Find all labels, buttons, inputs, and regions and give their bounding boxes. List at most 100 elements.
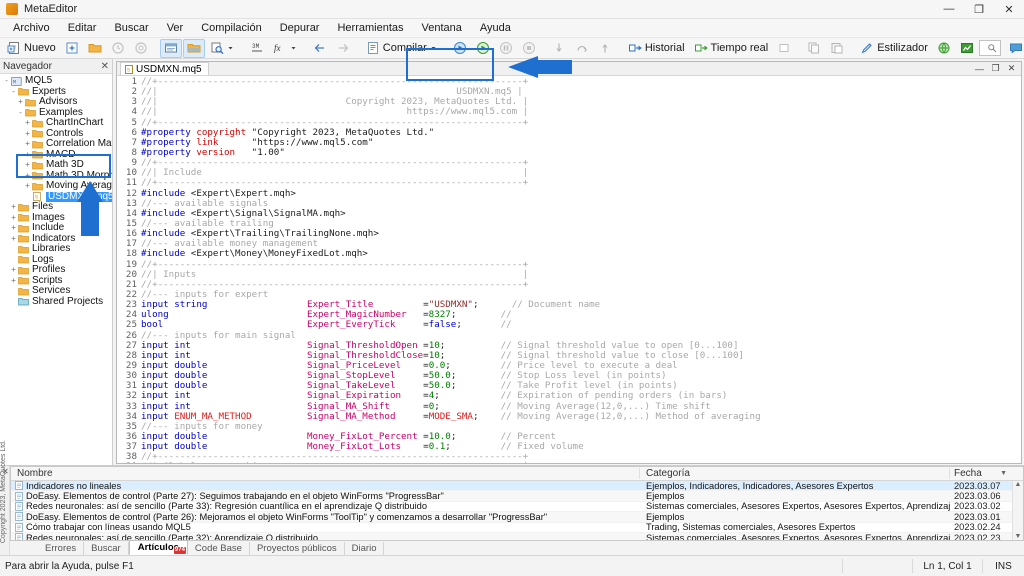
table-row[interactable]: Indicadores no lineales Ejemplos, Indicad… xyxy=(11,481,1023,492)
toolbox-tab-articulos[interactable]: Artículos 974 xyxy=(128,540,188,555)
minimize-button[interactable]: — xyxy=(934,0,964,19)
step-out-button[interactable] xyxy=(594,39,616,58)
table-row[interactable]: Redes neuronales: así de sencillo (Parte… xyxy=(11,501,1023,513)
toolbox-tab-diario[interactable]: Diario xyxy=(345,542,385,555)
nav-tree-item-usdmxn-mq5[interactable]: 5 USDMXN.mq5 xyxy=(0,191,112,202)
editor-tab-usdmxn[interactable]: 5 USDMXN.mq5 xyxy=(120,62,209,75)
chevron-down-icon[interactable] xyxy=(227,41,234,55)
step-over-button[interactable] xyxy=(571,39,593,58)
toolbox-tab-buscar[interactable]: Buscar xyxy=(84,542,129,555)
menu-ayuda[interactable]: Ayuda xyxy=(471,20,520,36)
expand-icon[interactable]: + xyxy=(23,118,32,129)
expand-icon[interactable]: + xyxy=(23,139,32,150)
nav-tree-item-advisors[interactable]: + Advisors xyxy=(0,96,112,108)
editor-minimize-button[interactable]: — xyxy=(972,63,987,75)
expand-icon[interactable]: + xyxy=(23,160,32,171)
save-all-button[interactable] xyxy=(130,39,152,58)
pause-button[interactable] xyxy=(495,39,517,58)
chat-button[interactable] xyxy=(1005,39,1024,58)
toolbox-tab-code-base[interactable]: Code Base xyxy=(188,542,250,555)
expand-icon[interactable]: + xyxy=(9,213,18,224)
function-list-button[interactable]: fx xyxy=(269,39,301,58)
close-button[interactable]: ✕ xyxy=(994,0,1024,19)
chevron-down-icon[interactable] xyxy=(430,41,437,55)
find-button[interactable] xyxy=(206,39,238,58)
save-button[interactable] xyxy=(107,39,129,58)
editor-close-button[interactable]: ✕ xyxy=(1004,63,1019,75)
nav-tree-item-libraries[interactable]: Libraries xyxy=(0,243,112,255)
nav-tree-item-correlation-matrix-3d[interactable]: + Correlation Matrix 3D xyxy=(0,138,112,150)
compile-button[interactable]: Compilar xyxy=(362,39,441,58)
collapse-icon[interactable]: - xyxy=(2,76,11,87)
navigate-forward-button[interactable] xyxy=(332,39,354,58)
chevron-down-icon[interactable] xyxy=(290,41,297,55)
scroll-down-icon[interactable]: ▼ xyxy=(1015,533,1022,540)
collapse-icon[interactable]: - xyxy=(16,108,25,119)
history-button[interactable]: Historial xyxy=(624,39,689,58)
nav-tree-item-math-3d[interactable]: + Math 3D xyxy=(0,159,112,171)
paste-button[interactable] xyxy=(826,39,848,58)
articles-scrollbar[interactable]: ▲ ▼ xyxy=(1012,481,1023,540)
navigator-close-icon[interactable]: ✕ xyxy=(101,61,109,72)
articles-grid[interactable]: Nombre Categoría Fecha ▼ Indicadores no … xyxy=(10,466,1024,541)
step-into-button[interactable] xyxy=(548,39,570,58)
styler-button[interactable]: Estilizador xyxy=(856,39,932,58)
toolbox-tab-errores[interactable]: Errores xyxy=(38,542,85,555)
maximize-button[interactable]: ❐ xyxy=(964,0,994,19)
nav-tree-item-moving-average[interactable]: + Moving Average xyxy=(0,180,112,192)
start-button[interactable] xyxy=(472,39,494,58)
expand-icon[interactable]: + xyxy=(23,150,32,161)
collapse-icon[interactable]: - xyxy=(9,87,18,98)
menu-editar[interactable]: Editar xyxy=(59,20,106,36)
column-header-fecha[interactable]: Fecha ▼ xyxy=(950,468,1012,479)
line-source[interactable]: input ENUM_MA_METHOD Signal_MA_Method =M… xyxy=(141,411,1021,422)
toggle-navigator-button[interactable] xyxy=(159,38,182,58)
column-header-categoria[interactable]: Categoría xyxy=(640,468,950,479)
toolbox-tab-proyectos-publicos[interactable]: Proyectos públicos xyxy=(250,542,345,555)
copy-button[interactable] xyxy=(803,39,825,58)
expand-icon[interactable]: + xyxy=(9,276,18,287)
line-source[interactable]: #include <Expert\Expert.mqh> xyxy=(141,188,1021,199)
metatrader-button[interactable] xyxy=(956,39,978,58)
menu-herramientas[interactable]: Herramientas xyxy=(328,20,412,36)
table-row[interactable]: DoEasy. Elementos de control (Parte 27):… xyxy=(11,491,1023,502)
expand-icon[interactable]: + xyxy=(9,234,18,245)
code-content[interactable]: 1 //+------------------------------------… xyxy=(117,76,1021,463)
nav-tree-item-shared-projects[interactable]: Shared Projects xyxy=(0,296,112,308)
goto-line-button[interactable]: 3M xyxy=(246,39,268,58)
expand-icon[interactable]: + xyxy=(23,181,32,192)
toggle-toolbox-button[interactable] xyxy=(182,38,205,58)
table-row[interactable]: DoEasy. Elementos de control (Parte 26):… xyxy=(11,512,1023,523)
menu-ver[interactable]: Ver xyxy=(158,20,193,36)
add-item-button[interactable] xyxy=(61,39,83,58)
menu-depurar[interactable]: Depurar xyxy=(271,20,329,36)
expand-icon[interactable]: + xyxy=(23,129,32,140)
expand-icon[interactable]: + xyxy=(9,265,18,276)
debug-button[interactable] xyxy=(449,39,471,58)
expand-icon[interactable]: + xyxy=(9,223,18,234)
stop-button[interactable] xyxy=(518,39,540,58)
menu-compilacion[interactable]: Compilación xyxy=(192,20,271,36)
nav-tree-item-chartinchart[interactable]: + ChartInChart xyxy=(0,117,112,129)
toolbar-search-box[interactable] xyxy=(978,40,1001,56)
nav-tree-item-services[interactable]: Services xyxy=(0,285,112,297)
new-file-button[interactable]: Nuevo xyxy=(3,39,60,58)
profiler-toggle-button[interactable] xyxy=(773,39,795,58)
search-icon[interactable] xyxy=(987,43,997,53)
menu-buscar[interactable]: Buscar xyxy=(105,20,157,36)
menu-archivo[interactable]: Archivo xyxy=(4,20,59,36)
column-header-nombre[interactable]: Nombre xyxy=(11,468,640,479)
realtime-button[interactable]: Tiempo real xyxy=(690,39,773,58)
open-folder-button[interactable] xyxy=(84,39,106,58)
code-viewport[interactable]: 1 //+------------------------------------… xyxy=(117,76,1021,463)
navigate-back-button[interactable] xyxy=(309,39,331,58)
articles-rows[interactable]: Indicadores no lineales Ejemplos, Indicad… xyxy=(11,481,1023,540)
nav-tree-item-profiles[interactable]: + Profiles xyxy=(0,264,112,276)
nav-tree-item-include[interactable]: + Include xyxy=(0,222,112,234)
line-source[interactable]: //| Global expert object | xyxy=(141,462,1021,463)
line-source[interactable]: //+-------------------------------------… xyxy=(141,279,1021,290)
table-row[interactable]: Cómo trabajar con líneas usando MQL5 Trad… xyxy=(11,522,1023,533)
expand-icon[interactable]: + xyxy=(16,97,25,108)
mql5-community-button[interactable] xyxy=(933,39,955,58)
expand-icon[interactable]: + xyxy=(9,202,18,213)
